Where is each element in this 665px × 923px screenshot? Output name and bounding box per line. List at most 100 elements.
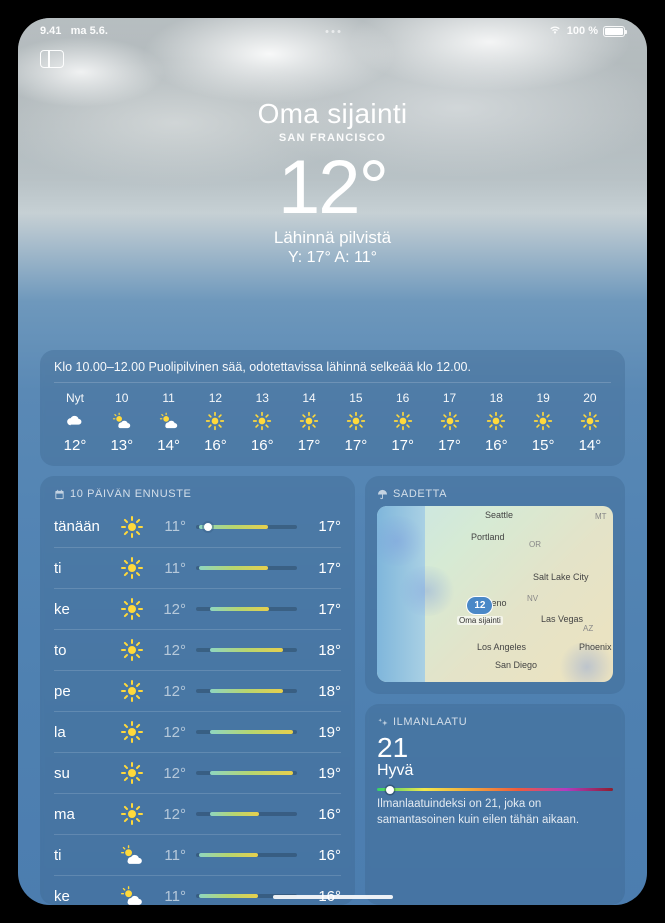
hourly-cell[interactable]: 1617° — [382, 391, 424, 454]
air-quality-card[interactable]: ILMANLAATU 21 Hyvä Ilmanlaatuindeksi on … — [365, 704, 625, 905]
status-right: 100 % — [548, 24, 625, 38]
hourly-cell[interactable]: 15 17° — [335, 391, 377, 454]
hourly-row[interactable]: Nyt12°1013°1114°1216°1316°1417°1517°1617… — [54, 383, 611, 454]
hourly-cell[interactable]: 1316° — [241, 391, 283, 454]
hourly-cell[interactable]: 2014° — [569, 391, 611, 454]
temp-range-bar — [196, 607, 297, 611]
hour-label: 17 — [443, 391, 456, 405]
weather-icon — [120, 679, 144, 703]
map-city-slc: Salt Lake City — [533, 572, 589, 582]
weather-icon — [65, 411, 85, 431]
hour-temp: 17° — [298, 437, 321, 454]
hour-label: 15 — [349, 391, 362, 405]
day-row[interactable]: pe12°18° — [54, 670, 341, 711]
temp-range-bar — [196, 648, 297, 652]
weather-icon — [120, 638, 144, 662]
day-name: su — [54, 765, 110, 782]
map-city-sd: San Diego — [495, 660, 537, 670]
status-date: ma 5.6. — [71, 25, 108, 37]
precip-header-text: SADETTA — [393, 488, 447, 500]
hour-temp: 16° — [204, 437, 227, 454]
sparkle-icon — [377, 717, 388, 728]
day-high: 17° — [307, 560, 341, 577]
day-row[interactable]: ke12°17° — [54, 588, 341, 629]
aq-indicator-dot — [386, 786, 394, 794]
hourly-forecast-card[interactable]: Klo 10.00–12.00 Puolipilvinen sää, odote… — [40, 350, 625, 466]
hourly-cell[interactable]: 1717° — [429, 391, 471, 454]
hour-label: 20 — [583, 391, 596, 405]
day-low: 12° — [154, 724, 186, 741]
day-row[interactable]: to12°18° — [54, 629, 341, 670]
hourly-cell[interactable]: 14 17° — [288, 391, 330, 454]
day-row[interactable]: ma12°16° — [54, 793, 341, 834]
battery-text: 100 % — [567, 25, 598, 37]
hourly-cell[interactable]: 1915° — [522, 391, 564, 454]
sidebar-toggle-button[interactable] — [40, 50, 64, 68]
map-city-phx: Phoenix — [579, 642, 612, 652]
day-low: 12° — [154, 806, 186, 823]
day-row[interactable]: ke11°16° — [54, 875, 341, 905]
day-low: 11° — [154, 847, 186, 864]
aq-scale-bar — [377, 788, 613, 791]
weather-icon — [159, 411, 179, 431]
day-row[interactable]: ti11°16° — [54, 834, 341, 875]
day-row[interactable]: su 12° 19° — [54, 752, 341, 793]
hourly-cell[interactable]: 1216° — [194, 391, 236, 454]
day-row[interactable]: la 12° 19° — [54, 711, 341, 752]
day-name: la — [54, 724, 110, 741]
status-bar: 9.41 ma 5.6. 100 % — [18, 24, 647, 38]
map-state-or: OR — [529, 540, 541, 549]
hour-temp: 17° — [345, 437, 368, 454]
hour-label: 19 — [536, 391, 549, 405]
day-high: 16° — [307, 806, 341, 823]
hourly-summary: Klo 10.00–12.00 Puolipilvinen sää, odote… — [54, 360, 611, 383]
wifi-icon — [548, 24, 562, 38]
weather-icon — [120, 802, 144, 826]
hourly-cell[interactable]: Nyt12° — [54, 391, 96, 454]
precip-header: SADETTA — [377, 484, 613, 506]
day-row[interactable]: ti11°17° — [54, 547, 341, 588]
aq-header: ILMANLAATU — [377, 712, 613, 734]
hour-temp: 13° — [110, 437, 133, 454]
weather-icon — [580, 411, 600, 431]
hourly-cell[interactable]: 1114° — [148, 391, 190, 454]
day-high: 18° — [307, 683, 341, 700]
weather-icon — [252, 411, 272, 431]
day-name: tänään — [54, 518, 110, 535]
hour-label: 16 — [396, 391, 409, 405]
weather-icon — [120, 720, 144, 744]
day-name: ke — [54, 888, 110, 905]
day-row[interactable]: tänään11°17° — [54, 506, 341, 547]
weather-icon — [440, 411, 460, 431]
day-low: 12° — [154, 765, 186, 782]
current-condition: Lähinnä pilvistä — [18, 228, 647, 248]
home-indicator[interactable] — [273, 895, 393, 899]
day-name: ti — [54, 560, 110, 577]
hour-label: 14 — [302, 391, 315, 405]
ten-day-forecast-card[interactable]: 10 PÄIVÄN ENNUSTE tänään11°17°ti11°17°ke… — [40, 476, 355, 905]
hour-label: 18 — [490, 391, 503, 405]
hourly-cell[interactable]: 1816° — [475, 391, 517, 454]
hourly-cell[interactable]: 1013° — [101, 391, 143, 454]
ipad-frame: 9.41 ma 5.6. 100 % Oma sijainti SAN FRAN… — [0, 0, 665, 923]
day-high: 17° — [307, 518, 341, 535]
hour-label: Nyt — [66, 391, 84, 405]
location-subtitle: SAN FRANCISCO — [18, 132, 647, 144]
aq-header-text: ILMANLAATU — [393, 716, 467, 728]
weather-icon — [120, 761, 144, 785]
multitask-dots[interactable] — [325, 30, 340, 33]
ten-day-list: tänään11°17°ti11°17°ke12°17°to12°18°pe12… — [54, 506, 341, 905]
temp-range-bar — [196, 525, 297, 529]
weather-icon — [120, 886, 144, 905]
day-high: 16° — [307, 847, 341, 864]
temp-range-bar — [196, 853, 297, 857]
weather-icon — [120, 845, 144, 866]
map-my-location-pin[interactable]: 12 Oma sijainti — [457, 596, 503, 625]
day-high: 19° — [307, 724, 341, 741]
precipitation-map[interactable]: Seattle Portland Salt Lake City Reno Las… — [377, 506, 613, 682]
current-temperature: 12° — [18, 150, 647, 226]
day-high: 19° — [307, 765, 341, 782]
status-time: 9.41 — [40, 25, 61, 37]
precipitation-card[interactable]: SADETTA Seattle Portland Salt Lake City … — [365, 476, 625, 694]
map-city-lv: Las Vegas — [541, 614, 583, 624]
